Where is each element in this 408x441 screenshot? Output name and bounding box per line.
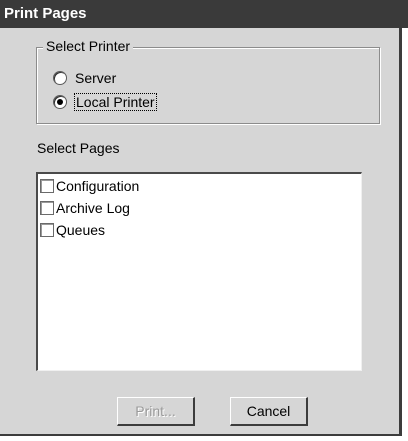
list-item-queues[interactable]: Queues (40, 220, 105, 240)
list-item-archive-log[interactable]: Archive Log (40, 198, 130, 218)
select-pages-label: Select Pages (37, 140, 120, 156)
dialog-title: Print Pages (4, 5, 87, 22)
list-item-label[interactable]: Archive Log (56, 200, 130, 216)
radio-local-printer-label[interactable]: Local Printer (74, 93, 157, 111)
print-pages-dialog: Print Pages Select Printer Server Local … (0, 0, 408, 436)
list-item-label[interactable]: Configuration (56, 178, 139, 194)
radio-local-printer[interactable]: Local Printer (53, 92, 157, 112)
select-printer-legend: Select Printer (43, 37, 134, 55)
list-item-configuration[interactable]: Configuration (40, 176, 139, 196)
radio-button-selected-icon[interactable] (53, 95, 67, 109)
print-button[interactable]: Print... (117, 397, 195, 426)
radio-server[interactable]: Server (53, 68, 116, 88)
dialog-title-bar[interactable]: Print Pages (0, 0, 408, 28)
checkbox-icon[interactable] (40, 201, 54, 215)
cancel-button[interactable]: Cancel (230, 397, 308, 426)
select-pages-list[interactable]: Configuration Archive Log Queues (36, 172, 362, 371)
radio-server-label[interactable]: Server (75, 70, 116, 86)
checkbox-icon[interactable] (40, 223, 54, 237)
list-item-label[interactable]: Queues (56, 222, 105, 238)
radio-button-icon[interactable] (53, 71, 67, 85)
checkbox-icon[interactable] (40, 179, 54, 193)
